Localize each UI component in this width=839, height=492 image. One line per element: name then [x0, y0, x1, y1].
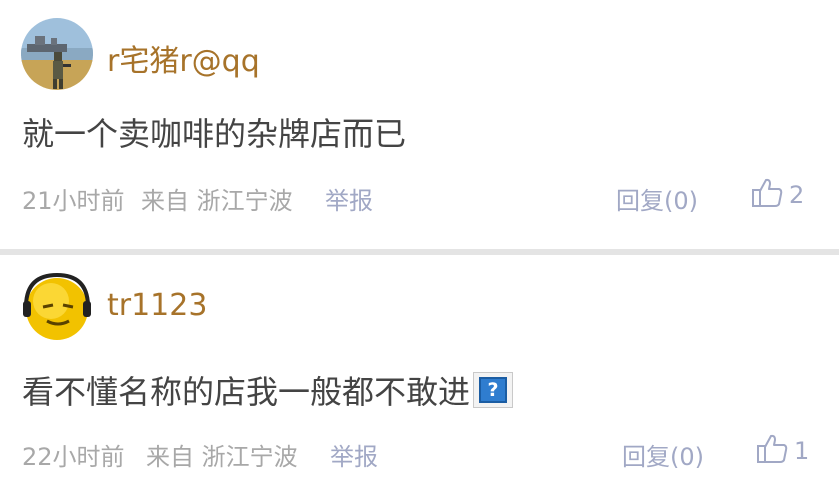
emoji-glyph: ? [479, 377, 508, 403]
timestamp: 22小时前 [22, 443, 125, 471]
user-avatar[interactable] [21, 18, 93, 90]
user-avatar[interactable] [21, 271, 93, 343]
soldier-avatar-image [21, 18, 93, 90]
username[interactable]: r宅猪r@qq [107, 36, 260, 80]
like-count: 2 [789, 181, 805, 209]
username[interactable]: tr1123 [107, 288, 207, 323]
report-link[interactable]: 举报 [330, 437, 378, 472]
question-emoji-icon: ? [473, 372, 514, 408]
thumbs-up-icon[interactable] [756, 432, 790, 470]
reply-button[interactable]: 回复(0) [616, 181, 698, 216]
thumbs-up-icon[interactable] [751, 176, 785, 214]
report-link[interactable]: 举报 [325, 181, 373, 216]
like-count: 1 [794, 437, 810, 465]
comment-text: 就一个卖咖啡的杂牌店而已 [22, 115, 407, 153]
reply-button[interactable]: 回复(0) [622, 437, 704, 472]
smiley-avatar-image [21, 271, 93, 343]
comment-item: tr1123 看不懂名称的店我一般都不敢进 ? 22小时前 来自 浙江宁波 举报… [0, 255, 839, 492]
timestamp: 21小时前 [22, 187, 125, 215]
comment-text: 看不懂名称的店我一般都不敢进 ? [22, 367, 514, 413]
comment-text-body: 看不懂名称的店我一般都不敢进 [22, 373, 471, 411]
location: 来自 浙江宁波 [141, 187, 293, 215]
comment-item: r宅猪r@qq 就一个卖咖啡的杂牌店而已 21小时前 来自 浙江宁波 举报 回复… [0, 0, 839, 249]
location: 来自 浙江宁波 [146, 443, 298, 471]
